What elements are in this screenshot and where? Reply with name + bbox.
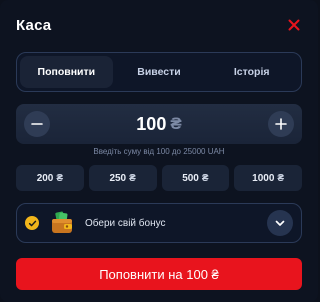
preset-value: 250	[109, 172, 127, 184]
amount-currency: ₴	[170, 114, 182, 133]
cashier-modal: Каса Поповнити Вивести Історія 100 ₴ Вве…	[0, 0, 318, 302]
chevron-down-icon	[275, 220, 285, 226]
preset-currency: ₴	[129, 172, 136, 184]
preset-currency: ₴	[277, 172, 285, 184]
preset-200-button[interactable]: 200 ₴	[16, 165, 84, 191]
deposit-submit-button[interactable]: Поповнити на 100 ₴	[16, 258, 302, 290]
tab-deposit[interactable]: Поповнити	[20, 56, 113, 88]
bonus-selector[interactable]: Обери свій бонус	[16, 203, 302, 243]
bonus-label: Обери свій бонус	[85, 217, 166, 229]
preset-value: 500	[182, 172, 199, 184]
preset-250-button[interactable]: 250 ₴	[88, 165, 157, 191]
preset-value: 200	[36, 172, 54, 184]
minus-icon	[31, 123, 43, 125]
close-icon	[288, 19, 300, 31]
bonus-expand-button[interactable]	[267, 210, 293, 236]
preset-currency: ₴	[56, 172, 64, 184]
preset-value: 1000	[252, 172, 275, 184]
amount-stepper: 100 ₴	[16, 104, 302, 144]
tab-bar: Поповнити Вивести Історія	[16, 52, 302, 92]
deposit-submit-label: Поповнити на 100 ₴	[99, 266, 219, 282]
preset-500-button[interactable]: 500 ₴	[161, 165, 230, 191]
preset-currency: ₴	[201, 172, 209, 184]
close-button[interactable]	[286, 17, 302, 33]
check-icon	[25, 216, 39, 230]
tab-withdraw[interactable]: Вивести	[113, 56, 206, 88]
modal-title: Каса	[16, 16, 52, 34]
increase-button[interactable]	[267, 111, 294, 137]
amount-hint: Введіть суму від 100 до 25000 UAH	[93, 147, 225, 156]
preset-1000-button[interactable]: 1000 ₴	[234, 165, 302, 191]
wallet-icon	[52, 211, 72, 233]
preset-amounts: 200 ₴ 250 ₴ 500 ₴ 1000 ₴	[16, 165, 302, 191]
plus-icon	[275, 118, 287, 130]
tab-history[interactable]: Історія	[205, 56, 298, 88]
decrease-button[interactable]	[24, 111, 50, 137]
modal-header: Каса	[16, 14, 302, 36]
amount-value: 100	[136, 113, 167, 134]
amount-input[interactable]: 100 ₴	[136, 114, 181, 135]
